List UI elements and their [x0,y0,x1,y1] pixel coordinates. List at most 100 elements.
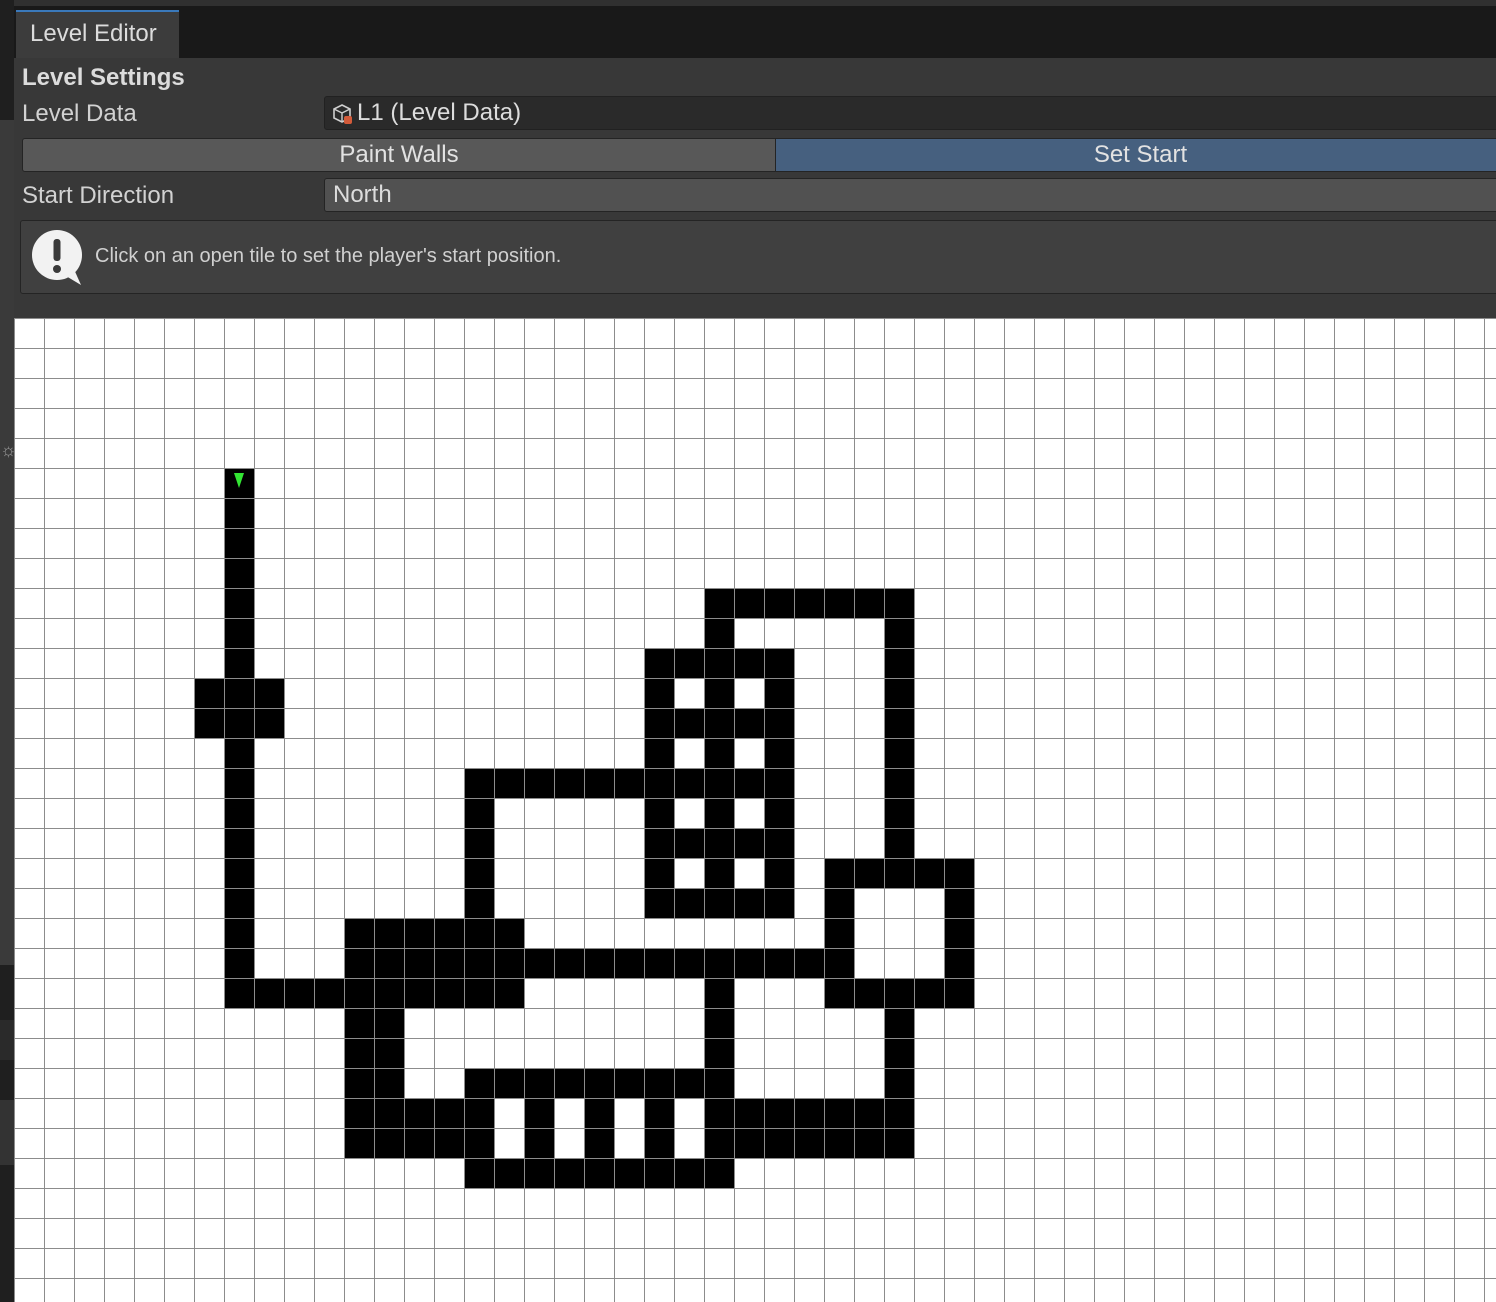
wall-tile[interactable] [884,1038,914,1068]
wall-tile[interactable] [704,798,734,828]
wall-tile[interactable] [704,708,734,738]
wall-tile[interactable] [704,588,734,618]
wall-tile[interactable] [584,1098,614,1128]
wall-tile[interactable] [764,1098,794,1128]
wall-tile[interactable] [704,948,734,978]
wall-tile[interactable] [884,1098,914,1128]
wall-tile[interactable] [794,1128,824,1158]
wall-tile[interactable] [734,708,764,738]
wall-tile[interactable] [494,768,524,798]
tile-grid[interactable] [14,318,1496,1302]
wall-tile[interactable] [314,978,344,1008]
wall-tile[interactable] [374,1038,404,1068]
wall-tile[interactable] [464,948,494,978]
wall-tile[interactable] [464,1128,494,1158]
wall-tile[interactable] [674,888,704,918]
wall-tile[interactable] [884,648,914,678]
level-data-object-field[interactable]: L1 (Level Data) [324,96,1496,130]
wall-tile[interactable] [734,768,764,798]
wall-tile[interactable] [464,918,494,948]
wall-tile[interactable] [704,1158,734,1188]
wall-tile[interactable] [644,678,674,708]
wall-tile[interactable] [854,1098,884,1128]
wall-tile[interactable] [704,1098,734,1128]
wall-tile[interactable] [674,1068,704,1098]
gear-icon[interactable]: ☼ [0,440,14,460]
wall-tile[interactable] [764,678,794,708]
wall-tile[interactable] [524,1128,554,1158]
wall-tile[interactable] [944,888,974,918]
wall-tile[interactable] [704,618,734,648]
wall-tile[interactable] [224,978,254,1008]
wall-tile[interactable] [374,1128,404,1158]
wall-tile[interactable] [644,858,674,888]
wall-tile[interactable] [614,1158,644,1188]
wall-tile[interactable] [614,1068,644,1098]
wall-tile[interactable] [224,918,254,948]
wall-tile[interactable] [224,648,254,678]
wall-tile[interactable] [614,768,644,798]
wall-tile[interactable] [764,738,794,768]
wall-tile[interactable] [374,1008,404,1038]
wall-tile[interactable] [464,978,494,1008]
wall-tile[interactable] [224,498,254,528]
wall-tile[interactable] [794,1098,824,1128]
wall-tile[interactable] [224,858,254,888]
wall-tile[interactable] [344,1068,374,1098]
wall-tile[interactable] [224,618,254,648]
wall-tile[interactable] [824,588,854,618]
wall-tile[interactable] [734,1128,764,1158]
wall-tile[interactable] [704,978,734,1008]
wall-tile[interactable] [824,948,854,978]
wall-tile[interactable] [854,978,884,1008]
wall-tile[interactable] [734,948,764,978]
wall-tile[interactable] [764,888,794,918]
wall-tile[interactable] [464,1158,494,1188]
wall-tile[interactable] [224,558,254,588]
wall-tile[interactable] [584,1158,614,1188]
wall-tile[interactable] [584,1128,614,1158]
wall-tile[interactable] [374,1068,404,1098]
wall-tile[interactable] [704,1128,734,1158]
wall-tile[interactable] [884,768,914,798]
wall-tile[interactable] [344,918,374,948]
wall-tile[interactable] [524,1158,554,1188]
wall-tile[interactable] [674,708,704,738]
wall-tile[interactable] [284,978,314,1008]
wall-tile[interactable] [704,858,734,888]
wall-tile[interactable] [734,888,764,918]
wall-tile[interactable] [464,1098,494,1128]
wall-tile[interactable] [464,858,494,888]
wall-tile[interactable] [794,588,824,618]
wall-tile[interactable] [254,978,284,1008]
wall-tile[interactable] [344,1128,374,1158]
wall-tile[interactable] [374,918,404,948]
wall-tile[interactable] [764,588,794,618]
paint-walls-button[interactable]: Paint Walls [22,138,776,172]
wall-tile[interactable] [884,738,914,768]
wall-tile[interactable] [524,1068,554,1098]
wall-tile[interactable] [644,798,674,828]
wall-tile[interactable] [434,1128,464,1158]
wall-tile[interactable] [464,888,494,918]
wall-tile[interactable] [224,948,254,978]
wall-tile[interactable] [824,858,854,888]
wall-tile[interactable] [704,1038,734,1068]
wall-tile[interactable] [434,918,464,948]
wall-tile[interactable] [644,948,674,978]
wall-tile[interactable] [614,948,644,978]
wall-tile[interactable] [404,948,434,978]
wall-tile[interactable] [704,738,734,768]
wall-tile[interactable] [194,678,224,708]
wall-tile[interactable] [434,948,464,978]
wall-tile[interactable] [404,918,434,948]
wall-tile[interactable] [674,768,704,798]
wall-tile[interactable] [764,648,794,678]
wall-tile[interactable] [404,1098,434,1128]
wall-tile[interactable] [854,1128,884,1158]
wall-tile[interactable] [524,768,554,798]
wall-tile[interactable] [644,1158,674,1188]
wall-tile[interactable] [344,1038,374,1068]
wall-tile[interactable] [344,1008,374,1038]
wall-tile[interactable] [434,1098,464,1128]
